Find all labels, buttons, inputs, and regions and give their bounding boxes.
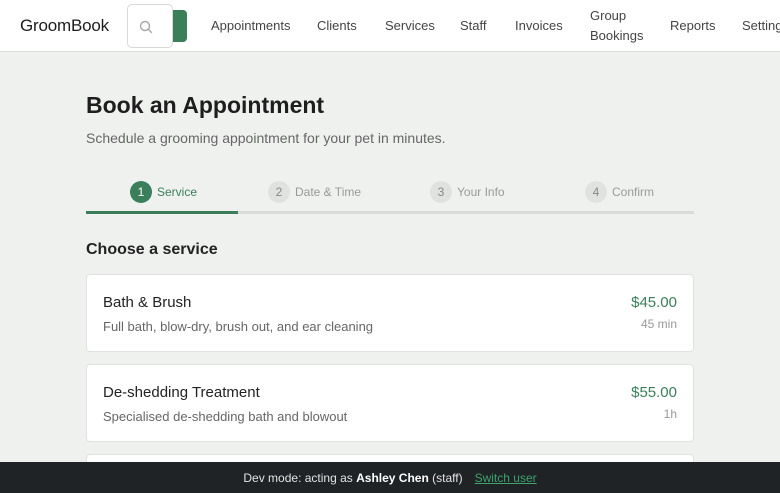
booking-stepper: 1 Service 2 Date & Time 3 Your Info 4 Co… bbox=[86, 172, 694, 214]
step-number: 2 bbox=[268, 181, 290, 203]
nav-services[interactable]: Services bbox=[385, 16, 435, 36]
service-price: $45.00 bbox=[631, 294, 677, 311]
dev-mode-role: (staff) bbox=[432, 470, 463, 485]
nav-settings[interactable]: Settings bbox=[742, 16, 780, 36]
page-subtitle: Schedule a grooming appointment for your… bbox=[86, 130, 446, 146]
search-control bbox=[127, 4, 187, 48]
switch-user-link[interactable]: Switch user bbox=[475, 471, 537, 485]
dev-mode-bar: Dev mode: acting as Ashley Chen (staff) … bbox=[0, 462, 780, 493]
step-label: Date & Time bbox=[295, 185, 362, 199]
service-description: Specialised de-shedding bath and blowout bbox=[103, 409, 348, 424]
dev-mode-prefix: Dev mode: acting as bbox=[243, 470, 353, 485]
service-card-de-shedding[interactable]: De-shedding Treatment Specialised de-she… bbox=[86, 364, 694, 442]
step-label: Confirm bbox=[612, 185, 655, 199]
nav-group-bookings[interactable]: Group Bookings bbox=[590, 6, 650, 46]
service-duration: 45 min bbox=[640, 317, 677, 331]
service-name: De-shedding Treatment bbox=[103, 384, 260, 401]
step-number: 4 bbox=[585, 181, 607, 203]
page-title: Book an Appointment bbox=[86, 92, 325, 118]
search-input[interactable] bbox=[127, 4, 173, 48]
nav-clients[interactable]: Clients bbox=[317, 16, 357, 36]
service-duration: 1h bbox=[663, 407, 677, 421]
section-title: Choose a service bbox=[86, 241, 218, 258]
top-navigation: GroomBook Appointments Clients Services … bbox=[0, 0, 780, 52]
step-your-info[interactable]: 3 Your Info bbox=[430, 181, 505, 203]
step-number: 3 bbox=[430, 181, 452, 203]
service-name: Bath & Brush bbox=[103, 294, 192, 311]
service-description: Full bath, blow-dry, brush out, and ear … bbox=[103, 319, 374, 334]
nav-appointments[interactable]: Appointments bbox=[211, 16, 291, 36]
brand-logo[interactable]: GroomBook bbox=[20, 16, 109, 36]
step-service[interactable]: 1 Service bbox=[130, 181, 197, 203]
nav-invoices[interactable]: Invoices bbox=[515, 16, 563, 36]
service-price: $55.00 bbox=[631, 384, 677, 401]
step-date-time[interactable]: 2 Date & Time bbox=[268, 181, 361, 203]
search-icon bbox=[139, 20, 153, 34]
service-card-bath-brush[interactable]: Bath & Brush Full bath, blow-dry, brush … bbox=[86, 274, 694, 352]
active-step-indicator bbox=[86, 211, 238, 214]
dev-mode-user: Ashley Chen bbox=[356, 470, 429, 485]
step-label: Service bbox=[157, 185, 198, 199]
step-confirm[interactable]: 4 Confirm bbox=[585, 181, 654, 203]
nav-reports[interactable]: Reports bbox=[670, 16, 716, 36]
step-number: 1 bbox=[130, 181, 152, 203]
nav-staff[interactable]: Staff bbox=[460, 16, 487, 36]
step-label: Your Info bbox=[457, 185, 505, 199]
